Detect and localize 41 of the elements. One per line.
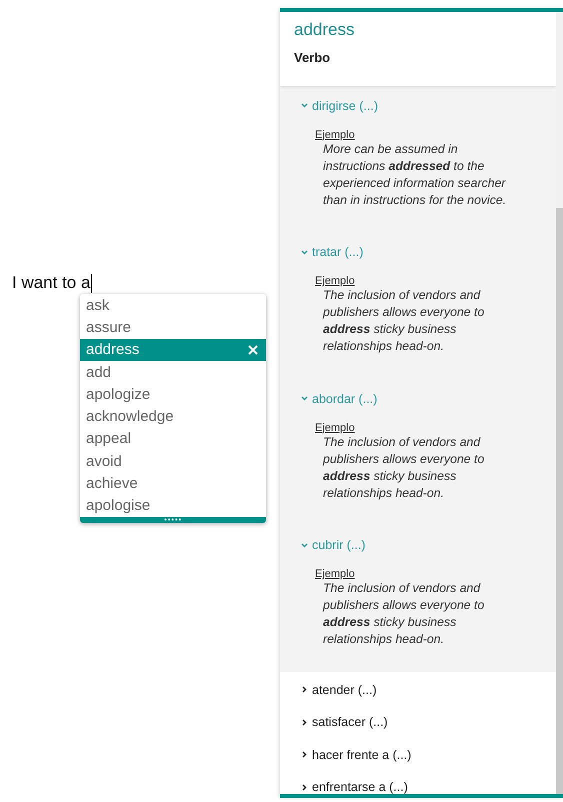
chevron-icon <box>301 248 308 256</box>
example-sentence: More can be assumed in instructions addressed to the experienced information searcher than in instructions for the novice. <box>322 140 508 208</box>
suggestion-item[interactable]: add <box>80 360 266 384</box>
chevron-icon <box>301 784 308 790</box>
suggestion-item[interactable]: apologise <box>80 494 266 517</box>
suggestion-item[interactable]: address <box>80 338 266 361</box>
resize-handle[interactable] <box>80 516 266 523</box>
part-of-speech: Verbo <box>294 50 332 65</box>
sense-toggle[interactable]: atender (...) <box>301 682 377 696</box>
sense-toggle[interactable]: tratar (...) <box>301 245 364 259</box>
text-cursor <box>91 274 92 292</box>
example-link[interactable]: Ejemplo <box>315 275 355 287</box>
suggestion-item[interactable]: assure <box>80 316 266 339</box>
sense-toggle[interactable]: satisfacer (...) <box>301 715 388 729</box>
headword: address <box>294 20 356 40</box>
chevron-icon <box>301 718 308 726</box>
suggestion-item[interactable]: avoid <box>80 450 266 472</box>
example-link[interactable]: Ejemplo <box>315 422 355 434</box>
scrollbar[interactable] <box>556 12 563 794</box>
sense-toggle[interactable]: dirigirse (...) <box>301 98 378 112</box>
example-sentence: The inclusion of vendors and publishers allows everyone to address sticky business relationships head-on. <box>322 434 486 502</box>
sense-toggle[interactable]: abordar (...) <box>301 392 378 406</box>
sense-toggle[interactable]: enfrentarse a (...) <box>301 780 408 794</box>
sense-toggle[interactable]: cubrir (...) <box>301 538 366 552</box>
chevron-icon <box>301 395 308 402</box>
chevron-icon <box>301 542 308 548</box>
chevron-icon <box>301 686 308 693</box>
example-link[interactable]: Ejemplo <box>315 128 355 140</box>
suggestion-item[interactable]: apologize <box>80 383 266 406</box>
chevron-icon <box>301 751 308 758</box>
suggestion-item[interactable]: appeal <box>80 428 266 450</box>
suggestion-item[interactable]: ask <box>80 294 266 316</box>
example-sentence: The inclusion of vendors and publishers allows everyone to address sticky business relationships head-on. <box>322 580 486 648</box>
suggestion-item[interactable]: acknowledge <box>80 405 266 428</box>
close-icon[interactable] <box>248 344 258 355</box>
editor-text: I want to a <box>12 273 90 293</box>
example-sentence: The inclusion of vendors and publishers allows everyone to address sticky business relationships head-on. <box>322 287 486 355</box>
example-link[interactable]: Ejemplo <box>315 568 355 580</box>
chevron-icon <box>301 102 308 109</box>
sense-toggle[interactable]: hacer frente a (...) <box>301 748 412 762</box>
suggestion-item[interactable]: achieve <box>80 472 266 495</box>
